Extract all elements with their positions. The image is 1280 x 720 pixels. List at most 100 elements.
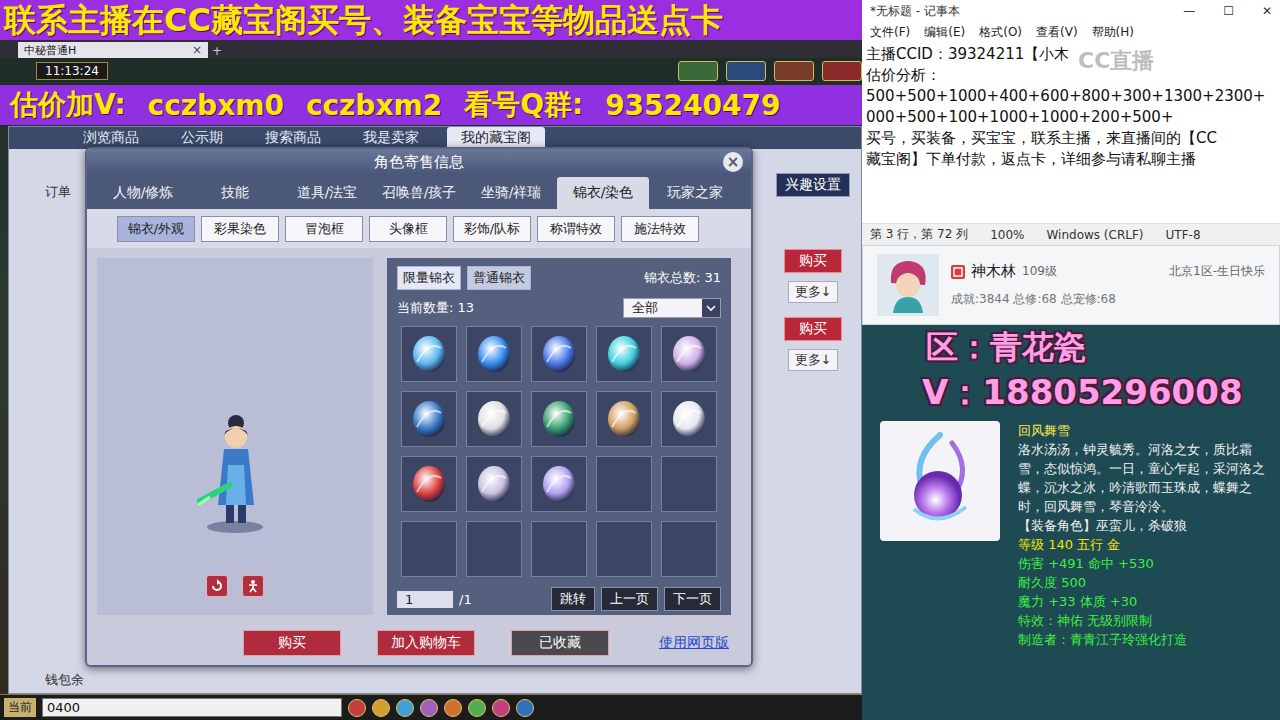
wardrobe-item-icon[interactable]	[472, 332, 516, 376]
dialog-tabs: 人物/修炼技能道具/法宝召唤兽/孩子坐骑/祥瑞锦衣/染色玩家之家	[87, 175, 751, 209]
wardrobe-item-icon[interactable]	[407, 462, 451, 506]
wardrobe-slot[interactable]	[466, 456, 522, 512]
hud-badge-icon[interactable]	[822, 61, 862, 81]
wardrobe-item-icon[interactable]	[407, 332, 451, 376]
sub-tab[interactable]: 彩果染色	[201, 216, 279, 242]
notepad-window: *无标题 - 记事本—☐✕文件(F)编辑(E)格式(O)查看(V)帮助(H)主播…	[862, 0, 1280, 245]
cbg-tab[interactable]: 浏览商品	[69, 127, 153, 149]
hud-badge-icon[interactable]	[678, 61, 718, 81]
rotate-button[interactable]	[206, 575, 228, 597]
wardrobe-item-icon[interactable]	[667, 397, 711, 441]
wardrobe-slot[interactable]	[401, 391, 457, 447]
sub-tab[interactable]: 彩饰/队标	[453, 216, 531, 242]
sub-tab[interactable]: 冒泡框	[285, 216, 363, 242]
more-button[interactable]: 更多↓	[788, 281, 839, 303]
sub-tab[interactable]: 施法特效	[621, 216, 699, 242]
wardrobe-slot[interactable]	[596, 391, 652, 447]
dialog-tab[interactable]: 道具/法宝	[281, 177, 373, 209]
cbg-tab[interactable]: 公示期	[167, 127, 237, 149]
cbg-tab[interactable]: 搜索商品	[251, 127, 335, 149]
dialog-tab[interactable]: 坐骑/祥瑞	[465, 177, 557, 209]
toolbar-icon[interactable]	[396, 699, 414, 717]
footer-button[interactable]: 购买	[243, 630, 341, 656]
buy-button[interactable]: 购买	[784, 317, 842, 341]
wardrobe-slot[interactable]	[661, 326, 717, 382]
dialog-tab[interactable]: 锦衣/染色	[557, 177, 649, 209]
cbg-tab[interactable]: 我是卖家	[349, 127, 433, 149]
toolbar-icon[interactable]	[492, 699, 510, 717]
wardrobe-slot[interactable]	[401, 326, 457, 382]
pager-button[interactable]: 上一页	[601, 587, 658, 611]
wardrobe-item-icon[interactable]	[537, 397, 581, 441]
pager-button[interactable]: 下一页	[664, 587, 721, 611]
listing-actions: 购买更多↓	[784, 317, 842, 371]
dialog-tab[interactable]: 召唤兽/孩子	[373, 177, 465, 209]
menu-item[interactable]: 格式(O)	[979, 24, 1022, 41]
footer-button[interactable]: 使用网页版	[645, 631, 743, 655]
hud-badge-icon[interactable]	[726, 61, 766, 81]
toolbar-icon[interactable]	[420, 699, 438, 717]
tab-add[interactable]: +	[212, 44, 222, 58]
wardrobe-slot[interactable]	[661, 391, 717, 447]
toolbar-icon[interactable]	[372, 699, 390, 717]
window-control[interactable]: ✕	[1262, 4, 1272, 18]
page-input[interactable]: 1	[397, 591, 453, 608]
wardrobe-item-icon[interactable]	[472, 397, 516, 441]
footer-button[interactable]: 加入购物车	[377, 630, 475, 656]
pose-button[interactable]	[242, 575, 264, 597]
toolbar-icon[interactable]	[468, 699, 486, 717]
hud-badge-icon[interactable]	[774, 61, 814, 81]
wardrobe-item-icon[interactable]	[537, 462, 581, 506]
wardrobe-slot[interactable]	[596, 326, 652, 382]
close-button[interactable]: ×	[723, 152, 743, 172]
wardrobe-slot[interactable]	[466, 326, 522, 382]
status-item: 100%	[990, 228, 1024, 242]
menu-item[interactable]: 文件(F)	[870, 24, 910, 41]
chat-input[interactable]: 0400	[42, 698, 342, 717]
sub-tab[interactable]: 头像框	[369, 216, 447, 242]
text-line: 500+500+1000+400+600+800+300+1300+2300+	[866, 86, 1276, 107]
pager-button[interactable]: 跳转	[551, 587, 595, 611]
footer-button[interactable]: 已收藏	[511, 630, 609, 656]
dialog-tab[interactable]: 玩家之家	[649, 177, 741, 209]
filter-button[interactable]: 普通锦衣	[467, 266, 531, 290]
wardrobe-item-icon[interactable]	[472, 462, 516, 506]
sub-tab[interactable]: 锦衣/外观	[117, 216, 195, 242]
toolbar-icon[interactable]	[348, 699, 366, 717]
orb-icon	[892, 429, 988, 533]
menu-item[interactable]: 编辑(E)	[924, 24, 965, 41]
wardrobe-slot[interactable]	[401, 456, 457, 512]
rotate-icon	[210, 579, 224, 593]
tab-close[interactable]: ×	[192, 43, 202, 57]
interest-button[interactable]: 兴趣设置	[776, 173, 850, 197]
streamer-server: 北京1区-生日快乐	[1169, 263, 1265, 280]
empty-slot	[596, 521, 652, 577]
dialog-tab[interactable]: 技能	[189, 177, 281, 209]
category-select[interactable]: 全部	[623, 298, 721, 318]
wardrobe-slot[interactable]	[466, 391, 522, 447]
wardrobe-item-icon[interactable]	[537, 332, 581, 376]
dialog-tab[interactable]: 人物/修炼	[97, 177, 189, 209]
wardrobe-item-icon[interactable]	[602, 332, 646, 376]
filter-button[interactable]: 限量锦衣	[397, 266, 461, 290]
wardrobe-slot[interactable]	[531, 326, 587, 382]
toolbar-icon[interactable]	[444, 699, 462, 717]
browser-tab[interactable]: 中秘普通H×	[18, 42, 208, 58]
chevron-down-icon	[706, 304, 716, 312]
cbg-tab[interactable]: 我的藏宝阁	[447, 127, 545, 149]
toolbar-icon[interactable]	[516, 699, 534, 717]
wardrobe-slot[interactable]	[531, 456, 587, 512]
sub-tab[interactable]: 称谓特效	[537, 216, 615, 242]
window-control[interactable]: —	[1183, 4, 1195, 18]
wardrobe-item-icon[interactable]	[407, 397, 451, 441]
wardrobe-item-icon[interactable]	[667, 332, 711, 376]
more-button[interactable]: 更多↓	[788, 349, 839, 371]
buy-button[interactable]: 购买	[784, 249, 842, 273]
notepad-text[interactable]: 主播CCID：39324211【小木估价分析：500+500+1000+400+…	[862, 42, 1280, 223]
wardrobe-slot[interactable]	[531, 391, 587, 447]
menu-item[interactable]: 查看(V)	[1036, 24, 1078, 41]
window-control[interactable]: ☐	[1223, 4, 1234, 18]
wardrobe-item-icon[interactable]	[602, 397, 646, 441]
menu-item[interactable]: 帮助(H)	[1092, 24, 1134, 41]
chat-channel[interactable]: 当前	[4, 698, 36, 717]
